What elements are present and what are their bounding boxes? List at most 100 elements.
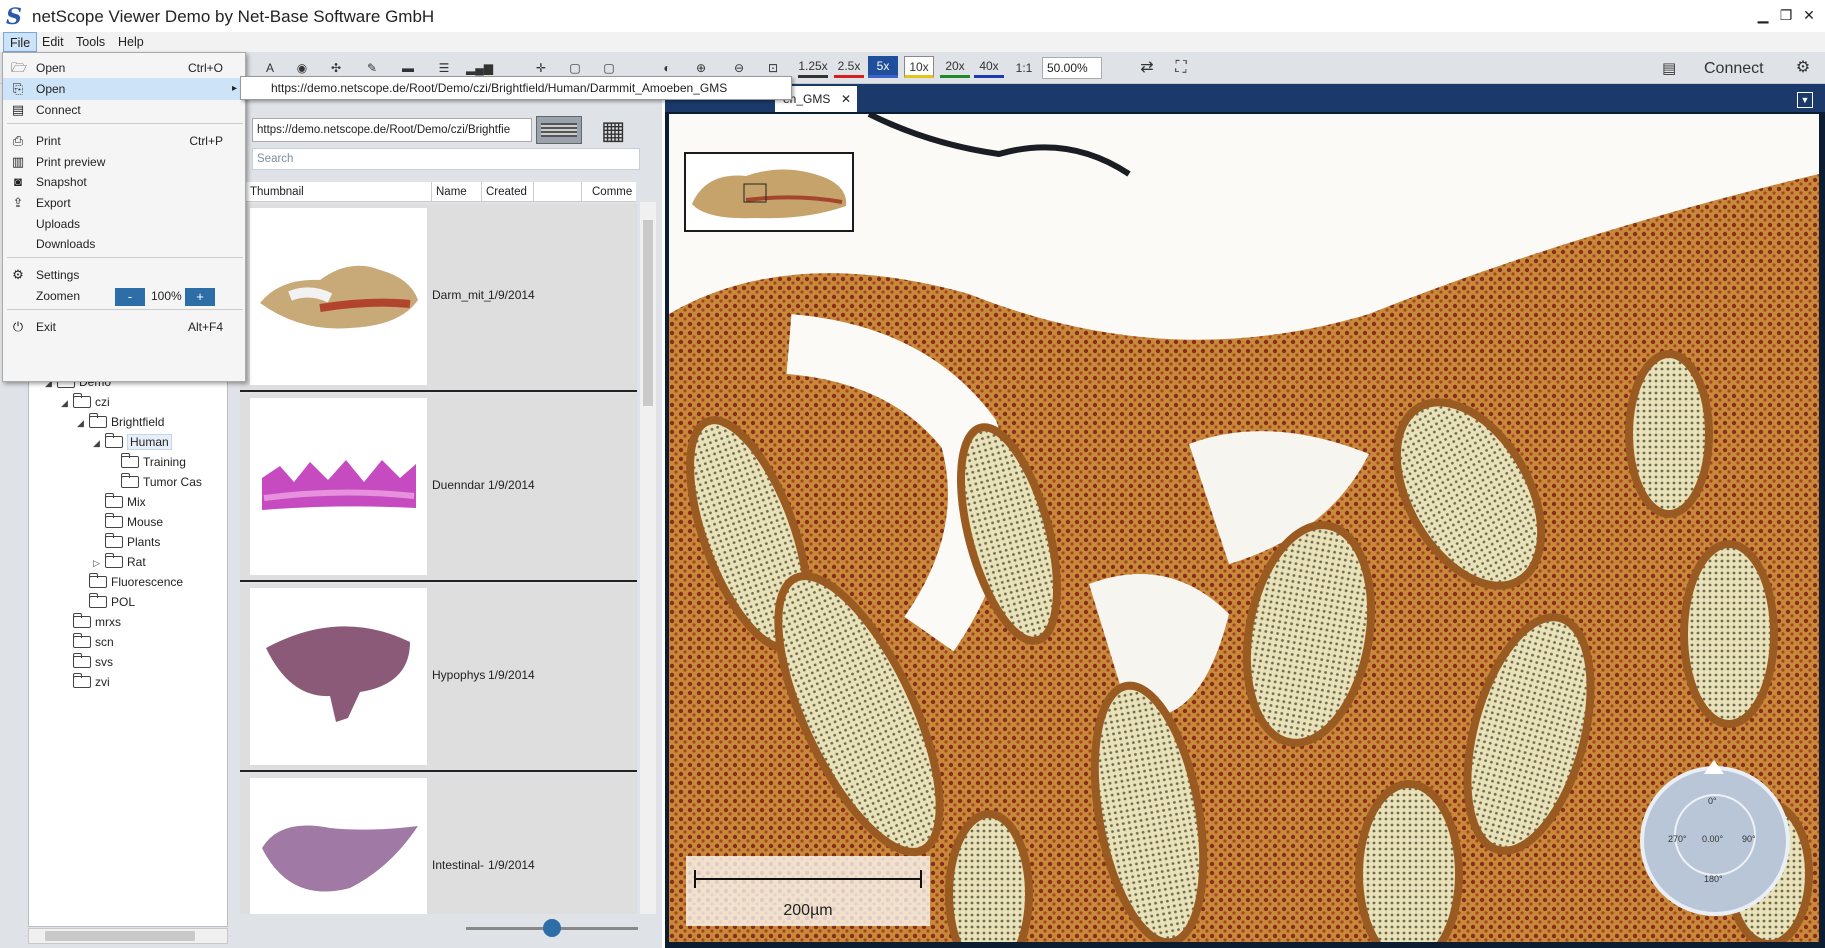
zoom-2-5x-button[interactable]: 2.5x: [834, 56, 864, 78]
file-menu-item-exit[interactable]: ⏻ Exit Alt+F4: [3, 316, 245, 338]
expand-arrow-icon[interactable]: ▷: [93, 553, 105, 573]
tree-node[interactable]: Plants: [29, 532, 227, 552]
zoom-value: 100%: [151, 289, 182, 303]
settings-gear-icon[interactable]: ⚙: [1792, 58, 1814, 78]
tree-node[interactable]: POL: [29, 592, 227, 612]
tree-node[interactable]: ◢ Human: [29, 432, 227, 452]
column-name[interactable]: Name: [432, 182, 482, 202]
expand-arrow-icon[interactable]: ◢: [93, 433, 105, 453]
compass-180[interactable]: 180°: [1704, 874, 1723, 884]
export-icon: ⇪: [12, 195, 24, 210]
grid-view-icon[interactable]: ▦: [598, 116, 628, 146]
tree-node[interactable]: scn: [29, 632, 227, 652]
cross-tool-icon[interactable]: ✣: [326, 58, 346, 78]
expand-arrow-icon[interactable]: ◢: [77, 413, 89, 433]
file-menu-item-downloads[interactable]: Downloads: [3, 233, 245, 255]
list-view-icon[interactable]: [536, 116, 582, 144]
one-to-one-button[interactable]: 1:1: [1012, 58, 1036, 78]
menu-file[interactable]: File: [3, 32, 38, 52]
fit-icon[interactable]: ⊡: [762, 58, 784, 78]
file-menu-item-uploads[interactable]: Uploads: [3, 213, 245, 235]
tree-node-label: czi: [95, 395, 110, 409]
overview-minimap[interactable]: [684, 152, 854, 232]
zoom-value-input[interactable]: 50.00%: [1042, 57, 1102, 79]
close-tab-icon[interactable]: ✕: [841, 86, 851, 112]
tree-node[interactable]: ◢ czi: [29, 392, 227, 412]
tree-node[interactable]: ◢ Brightfield: [29, 412, 227, 432]
tree-node[interactable]: ▷ Rat: [29, 552, 227, 572]
folder-icon: [73, 613, 91, 628]
menu-tools[interactable]: Tools: [70, 32, 111, 52]
fullscreen-icon[interactable]: ⛶: [1170, 58, 1192, 78]
expand-arrow-icon[interactable]: ◢: [61, 393, 73, 413]
file-menu-item-snapshot[interactable]: ◙ Snapshot: [3, 171, 245, 193]
thumbnail-image: [250, 588, 427, 765]
zoom-1-25x-button[interactable]: 1.25x: [798, 56, 828, 78]
thumbnail-image: [250, 398, 427, 575]
file-menu-item-open[interactable]: ⎘ Open ▸: [3, 78, 245, 100]
tree-node[interactable]: Training: [29, 452, 227, 472]
file-menu-item-print[interactable]: ⎙ Print Ctrl+P: [3, 130, 245, 152]
menu-edit[interactable]: Edit: [36, 32, 70, 52]
pen-tool-icon[interactable]: ✎: [362, 58, 382, 78]
table-row[interactable]: Intestinal- 1/9/2014: [240, 774, 637, 914]
zoom-minus-button[interactable]: -: [115, 288, 145, 306]
tree-node[interactable]: Tumor Cas: [29, 472, 227, 492]
file-menu-item-connect[interactable]: ▤ Connect: [3, 99, 245, 121]
zoom-plus-button[interactable]: +: [185, 288, 215, 306]
compass-0[interactable]: 0°: [1708, 796, 1717, 806]
column-comment[interactable]: Comme: [588, 182, 636, 202]
tree-node[interactable]: Fluorescence: [29, 572, 227, 592]
tree-node[interactable]: zvi: [29, 672, 227, 692]
slider-handle[interactable]: [543, 919, 561, 937]
ruler-icon[interactable]: ▬: [396, 58, 420, 78]
tree-node[interactable]: mrxs: [29, 612, 227, 632]
menu-item-shortcut: Ctrl+P: [189, 134, 223, 148]
network-open-icon: ⎘: [12, 81, 24, 96]
signal-icon[interactable]: ▂▄▆: [466, 58, 493, 78]
tree-node[interactable]: svs: [29, 652, 227, 672]
zoom-5x-button[interactable]: 5x: [868, 56, 898, 78]
circle-tool-icon[interactable]: ◉: [292, 58, 312, 78]
zoom-20x-button[interactable]: 20x: [940, 56, 970, 78]
rotation-compass[interactable]: 0° 270° 0.00° 90° 180°: [1640, 760, 1790, 916]
open-url-submenu-item[interactable]: https://demo.netscope.de/Root/Demo/czi/B…: [240, 76, 792, 100]
minimize-icon[interactable]: ▁: [1752, 4, 1774, 26]
tree-horizontal-scrollbar[interactable]: [28, 928, 228, 944]
zoom-40x-button[interactable]: 40x: [974, 56, 1004, 78]
rotate-icon[interactable]: ◐: [656, 58, 678, 78]
swap-icon[interactable]: ⇄: [1136, 58, 1158, 78]
compass-90[interactable]: 90°: [1742, 834, 1756, 844]
tree-node[interactable]: Mix: [29, 492, 227, 512]
annotate-text-icon[interactable]: A: [260, 58, 280, 78]
menu-help[interactable]: Help: [112, 32, 150, 52]
file-menu-item-zoomen[interactable]: Zoomen -100% +: [3, 285, 245, 307]
search-input[interactable]: Search: [252, 148, 640, 170]
tree-node[interactable]: Mouse: [29, 512, 227, 532]
table-row[interactable]: Darm_mit_ 1/9/2014: [240, 204, 637, 392]
column-created[interactable]: Created: [482, 182, 534, 202]
close-window-icon[interactable]: ✕: [1798, 4, 1820, 26]
zoom-10x-button[interactable]: 10x: [904, 56, 934, 78]
file-menu-item-open[interactable]: 🗁 Open Ctrl+O: [3, 57, 245, 79]
grid-vertical-scrollbar[interactable]: [640, 202, 656, 914]
table-row[interactable]: Hypophys 1/9/2014: [240, 584, 637, 772]
zoom-out-icon[interactable]: ⊖: [728, 58, 750, 78]
file-menu-item-print-preview[interactable]: ▥ Print preview: [3, 151, 245, 173]
file-menu-item-export[interactable]: ⇪ Export: [3, 192, 245, 214]
crosshair-icon[interactable]: ✛: [530, 58, 552, 78]
rect-select-icon[interactable]: ▢: [564, 58, 586, 78]
restore-icon[interactable]: ❐: [1775, 4, 1797, 26]
zoom-in-icon[interactable]: ⊕: [690, 58, 712, 78]
list-icon[interactable]: ☰: [434, 58, 454, 78]
path-input[interactable]: https://demo.netscope.de/Root/Demo/czi/B…: [252, 118, 532, 142]
file-menu-item-settings[interactable]: ⚙ Settings: [3, 264, 245, 286]
tab-menu-chevron-icon[interactable]: ▼: [1797, 92, 1813, 108]
column-thumbnail[interactable]: Thumbnail: [246, 182, 432, 202]
table-row[interactable]: Duenndar 1/9/2014: [240, 394, 637, 582]
rect-select-2-icon[interactable]: ▢: [598, 58, 620, 78]
print-preview-icon: ▥: [11, 154, 25, 169]
compass-270[interactable]: 270°: [1668, 834, 1687, 844]
connect-button[interactable]: ▤ Connect: [1660, 56, 1778, 82]
tree-node-label: Tumor Cas: [143, 475, 202, 489]
